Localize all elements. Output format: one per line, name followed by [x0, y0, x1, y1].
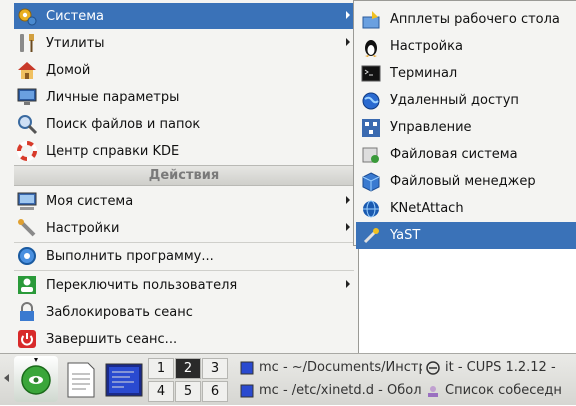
run-command-gear-icon — [18, 247, 36, 265]
browser-e-icon — [426, 360, 440, 375]
menu-item-label: Выполнить программу... — [46, 248, 214, 264]
menu-item-label: Заблокировать сеанс — [46, 304, 193, 320]
menu-item-personal-settings[interactable]: Личные параметры — [14, 84, 354, 110]
menu-item-label: YaST — [390, 228, 421, 243]
task-button-cups[interactable]: it - CUPS 1.2.12 - — [426, 357, 576, 378]
kmenu-button[interactable] — [14, 356, 58, 402]
utilities-tools-icon — [20, 34, 34, 52]
submenu-arrow-icon — [346, 38, 350, 46]
task-label: mc - /etc/xinetd.d - Оболо — [259, 383, 422, 398]
taskbar: 1 2 3 4 5 6 mc - ~/Documents/Инстру mc -… — [0, 353, 576, 405]
menu-item-kde-help[interactable]: Центр справки KDE — [14, 138, 354, 164]
submenu-arrow-icon — [346, 280, 350, 288]
task-button-contact-list[interactable]: Список собеседн — [426, 380, 576, 401]
submenu-arrow-icon — [346, 223, 350, 231]
menu-item-label: Моя система — [46, 193, 134, 209]
menu-item-label: Система — [46, 8, 105, 24]
k-menu: Система Утилиты Домой Личные параметры П… — [0, 0, 359, 353]
task-button-mc-xinetd[interactable]: mc - /etc/xinetd.d - Оболо — [240, 380, 422, 401]
submenu-item-administration[interactable]: Управление — [356, 114, 576, 141]
task-label: Список собеседн — [445, 383, 562, 398]
lock-icon — [20, 302, 34, 321]
menu-item-label: Настройки — [46, 220, 120, 236]
yast-wrench-icon — [363, 227, 379, 243]
help-lifebuoy-icon — [17, 141, 37, 161]
pager-desktop-2[interactable]: 2 — [175, 358, 201, 379]
section-header-actions: Действия — [14, 165, 354, 186]
submenu-item-desktop-applets[interactable]: Апплеты рабочего стола — [356, 6, 576, 33]
desktop-pager: 1 2 3 4 5 6 — [148, 358, 230, 402]
document-icon — [67, 362, 95, 398]
submenu-item-knetattach[interactable]: KNetAttach — [356, 195, 576, 222]
menu-item-logout[interactable]: Завершить сеанс... — [14, 326, 354, 352]
menu-item-label: Удаленный доступ — [390, 93, 519, 108]
switch-user-icon — [18, 276, 36, 294]
panel-scroll-left-arrow[interactable] — [4, 374, 9, 382]
menu-item-label: Терминал — [390, 66, 458, 81]
pager-desktop-3[interactable]: 3 — [202, 358, 228, 379]
menu-item-system[interactable]: Система — [14, 3, 354, 29]
remote-globe-icon — [362, 92, 380, 109]
chat-contacts-icon — [428, 385, 438, 397]
task-label: mc - ~/Documents/Инстру — [259, 360, 422, 375]
system-gear-icon — [18, 8, 37, 26]
menu-item-label: Файловая система — [390, 147, 518, 162]
system-submenu: Апплеты рабочего стола Настройка Термина… — [353, 0, 576, 249]
submenu-arrow-icon — [346, 196, 350, 204]
settings-wrench-icon — [18, 219, 36, 237]
pager-desktop-6[interactable]: 6 — [202, 381, 228, 402]
menu-item-run-command[interactable]: Выполнить программу... — [14, 243, 354, 269]
menu-item-label: Домой — [46, 62, 91, 78]
submenu-item-file-manager[interactable]: Файловый менеджер — [356, 168, 576, 195]
personal-settings-monitor-icon — [17, 88, 37, 105]
menu-item-label: Настройка — [390, 39, 463, 54]
menu-item-switch-user[interactable]: Переключить пользователя — [14, 272, 354, 298]
tux-penguin-icon — [365, 39, 377, 57]
knetattach-globe-icon — [363, 200, 379, 217]
submenu-arrow-icon — [346, 11, 350, 19]
network-admin-icon — [362, 118, 380, 137]
filesystem-icon — [362, 147, 379, 163]
menu-item-label: Апплеты рабочего стола — [390, 12, 560, 27]
submenu-item-terminal[interactable]: Терминал — [356, 60, 576, 87]
task-button-mc-documents[interactable]: mc - ~/Documents/Инстру — [240, 357, 422, 378]
menu-item-label: Управление — [390, 120, 472, 135]
home-icon — [18, 62, 36, 79]
menu-item-utilities[interactable]: Утилиты — [14, 30, 354, 56]
menu-item-label: Утилиты — [46, 35, 105, 51]
pager-desktop-5[interactable]: 5 — [175, 381, 201, 402]
terminal-window-icon — [240, 361, 254, 374]
menu-item-my-computer[interactable]: Моя система — [14, 188, 354, 214]
terminal-window-icon — [240, 384, 254, 397]
search-icon — [18, 115, 38, 135]
submenu-item-settings[interactable]: Настройка — [356, 33, 576, 60]
text-editor-launcher[interactable] — [64, 360, 98, 400]
power-icon — [18, 330, 36, 348]
menu-item-label: Переключить пользователя — [46, 277, 238, 293]
file-manager-cube-icon — [362, 171, 380, 192]
terminal-screen-icon — [105, 363, 143, 397]
menu-item-lock-session[interactable]: Заблокировать сеанс — [14, 299, 354, 325]
menu-item-label: Личные параметры — [46, 89, 180, 105]
menu-item-label: KNetAttach — [390, 201, 464, 216]
terminal-icon — [361, 65, 381, 81]
submenu-item-yast[interactable]: YaST — [356, 222, 576, 249]
applets-icon — [362, 10, 380, 28]
submenu-item-filesystem[interactable]: Файловая система — [356, 141, 576, 168]
menu-item-settings[interactable]: Настройки — [14, 215, 354, 241]
menu-item-home[interactable]: Домой — [14, 57, 354, 83]
menu-item-label: Файловый менеджер — [390, 174, 536, 189]
menu-item-label: Поиск файлов и папок — [46, 116, 201, 132]
menu-item-label: Центр справки KDE — [46, 143, 180, 159]
menu-item-find-files[interactable]: Поиск файлов и папок — [14, 111, 354, 137]
task-label: it - CUPS 1.2.12 - — [445, 360, 556, 375]
menu-separator — [14, 270, 354, 271]
terminal-launcher[interactable] — [104, 360, 144, 400]
suse-gecko-icon — [21, 358, 51, 395]
submenu-item-remote-access[interactable]: Удаленный доступ — [356, 87, 576, 114]
pager-desktop-1[interactable]: 1 — [148, 358, 174, 379]
computer-icon — [17, 192, 37, 210]
menu-item-label: Завершить сеанс... — [46, 331, 178, 347]
pager-desktop-4[interactable]: 4 — [148, 381, 174, 402]
